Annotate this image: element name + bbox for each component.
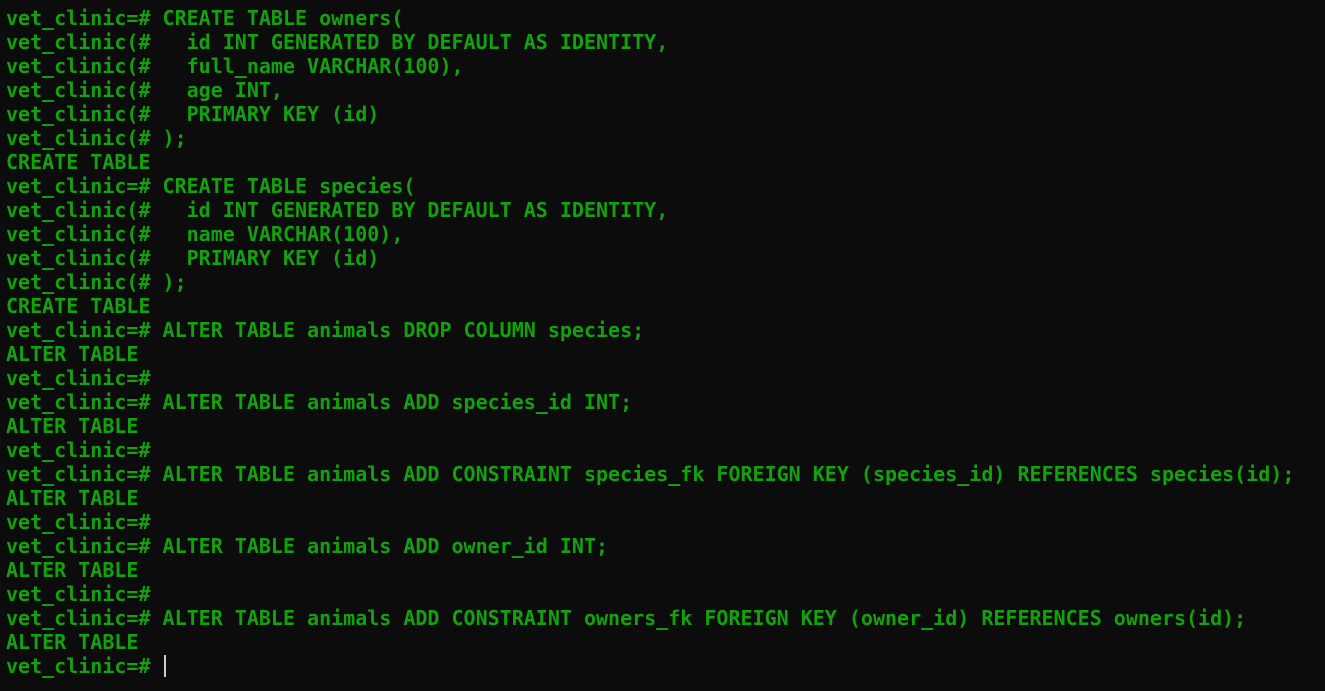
command-input-line[interactable]: vet_clinic=# [6,654,1325,678]
terminal-line: ALTER TABLE [6,342,139,366]
terminal-line: vet_clinic=# CREATE TABLE species( [6,174,416,198]
terminal-line: CREATE TABLE [6,150,151,174]
terminal-line: ALTER TABLE [6,486,139,510]
terminal-line: vet_clinic(# ); [6,126,187,150]
terminal-line: vet_clinic=# [6,510,151,534]
terminal-line: ALTER TABLE [6,414,139,438]
text-cursor [163,655,166,677]
terminal-line: ALTER TABLE [6,558,139,582]
terminal-line: vet_clinic(# ); [6,270,187,294]
terminal-line: CREATE TABLE [6,294,151,318]
shell-prompt: vet_clinic=# [6,654,163,678]
terminal-line: vet_clinic(# PRIMARY KEY (id) [6,102,380,126]
terminal-line: vet_clinic=# [6,582,151,606]
terminal-line: ALTER TABLE [6,630,139,654]
terminal-output: vet_clinic=# CREATE TABLE owners( vet_cl… [6,6,1325,654]
terminal-line: vet_clinic(# age INT, [6,78,283,102]
terminal-line: vet_clinic(# PRIMARY KEY (id) [6,246,380,270]
terminal-line: vet_clinic=# ALTER TABLE animals ADD own… [6,534,609,558]
terminal-line: vet_clinic=# CREATE TABLE owners( [6,6,404,30]
terminal-line: vet_clinic=# ALTER TABLE animals DROP CO… [6,318,645,342]
terminal-window[interactable]: vet_clinic=# CREATE TABLE owners( vet_cl… [0,0,1325,691]
terminal-line: vet_clinic(# id INT GENERATED BY DEFAULT… [6,198,669,222]
terminal-line: vet_clinic(# full_name VARCHAR(100), [6,54,464,78]
terminal-line: vet_clinic=# ALTER TABLE animals ADD CON… [6,462,1295,486]
terminal-line: vet_clinic=# ALTER TABLE animals ADD CON… [6,606,1247,630]
terminal-line: vet_clinic=# [6,366,151,390]
terminal-line: vet_clinic(# name VARCHAR(100), [6,222,404,246]
terminal-line: vet_clinic=# ALTER TABLE animals ADD spe… [6,390,633,414]
terminal-line: vet_clinic(# id INT GENERATED BY DEFAULT… [6,30,669,54]
terminal-line: vet_clinic=# [6,438,151,462]
